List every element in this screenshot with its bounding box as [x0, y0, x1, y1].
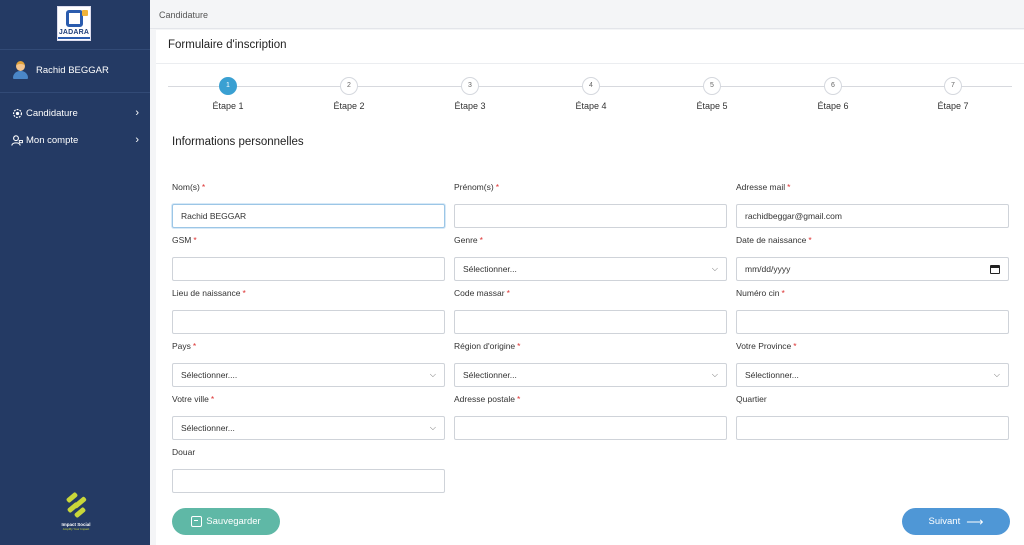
- step-3[interactable]: 3 Étape 3: [440, 76, 500, 120]
- step-number: 3: [461, 77, 479, 95]
- step-label: Étape 6: [817, 101, 849, 111]
- adresse-input[interactable]: [454, 416, 727, 440]
- save-icon: [191, 516, 203, 527]
- logo-text: JADARA: [58, 29, 90, 36]
- sidebar-item-candidature[interactable]: Candidature ›: [11, 105, 139, 121]
- step-label: Étape 5: [696, 101, 728, 111]
- next-button[interactable]: Suivant ⟶: [902, 508, 1010, 535]
- chevron-down-icon: ⌵: [711, 370, 718, 379]
- jadara-logo[interactable]: JADARA: [57, 6, 91, 41]
- sidebar-item-mon-compte[interactable]: Mon compte ›: [11, 132, 139, 148]
- field-label: Pays *: [172, 341, 197, 351]
- logo-mark: [66, 10, 83, 27]
- logo-underline: [58, 37, 90, 39]
- top-bar: Candidature: [150, 0, 1024, 29]
- next-button-label: Suivant: [928, 516, 961, 527]
- stepper: 1 Étape 1 2 Étape 2 3 Étape 3 4 Étape 4 …: [156, 76, 1024, 120]
- user-name: Rachid BEGGAR: [36, 64, 109, 76]
- chevron-down-icon: ⌵: [711, 264, 718, 273]
- step-2[interactable]: 2 Étape 2: [319, 76, 379, 120]
- step-number: 2: [340, 77, 358, 95]
- card-divider: [156, 63, 1024, 64]
- impact-social-mark: [63, 491, 89, 519]
- code-massar-input[interactable]: [454, 310, 727, 334]
- field-label: Votre ville *: [172, 394, 215, 404]
- step-4[interactable]: 4 Étape 4: [561, 76, 621, 120]
- step-number: 4: [582, 77, 600, 95]
- field-label: Date de naissance *: [736, 235, 812, 245]
- sidebar: JADARA Rachid BEGGAR Candidature › Mon c…: [0, 0, 150, 545]
- page-title: Formulaire d'inscription: [168, 39, 287, 51]
- sidebar-divider: [0, 92, 150, 93]
- calendar-icon[interactable]: [990, 264, 1000, 274]
- sidebar-item-label: Mon compte: [26, 134, 79, 146]
- sidebar-user[interactable]: Rachid BEGGAR: [12, 60, 109, 80]
- step-number: 1: [219, 77, 237, 95]
- region-select[interactable]: Sélectionner... ⌵: [454, 363, 727, 387]
- genre-select[interactable]: Sélectionner... ⌵: [454, 257, 727, 281]
- step-number: 7: [944, 77, 962, 95]
- user-account-icon: [11, 134, 23, 146]
- lieu-naissance-input[interactable]: [172, 310, 445, 334]
- field-label: Votre Province *: [736, 341, 797, 351]
- field-label: Lieu de naissance *: [172, 288, 246, 298]
- field-label: Code massar *: [454, 288, 510, 298]
- prenom-input[interactable]: [454, 204, 727, 228]
- save-button[interactable]: Sauvegarder: [172, 508, 280, 535]
- chevron-down-icon: ⌵: [429, 423, 436, 432]
- field-label: Numéro cin *: [736, 288, 785, 298]
- section-title: Informations personnelles: [172, 136, 304, 148]
- sidebar-item-label: Candidature: [26, 107, 78, 119]
- field-label: Quartier: [736, 394, 767, 404]
- step-label: Étape 3: [454, 101, 486, 111]
- step-label: Étape 1: [212, 101, 244, 111]
- douar-input[interactable]: [172, 469, 445, 493]
- step-number: 6: [824, 77, 842, 95]
- field-label: Adresse postale *: [454, 394, 521, 404]
- arrow-right-icon: ⟶: [966, 514, 984, 529]
- email-input[interactable]: rachidbeggar@gmail.com: [736, 204, 1009, 228]
- field-label: Nom(s) *: [172, 182, 206, 192]
- sidebar-divider: [0, 49, 150, 50]
- step-label: Étape 7: [937, 101, 969, 111]
- registration-card: Formulaire d'inscription 1 Étape 1 2 Éta…: [156, 30, 1024, 545]
- numero-cin-input[interactable]: [736, 310, 1009, 334]
- avatar-icon: [12, 61, 28, 79]
- date-naissance-input[interactable]: mm/dd/yyyy: [736, 257, 1009, 281]
- gsm-input[interactable]: [172, 257, 445, 281]
- field-label: Prénom(s) *: [454, 182, 499, 192]
- field-label: Genre *: [454, 235, 483, 245]
- settings-icon: [11, 107, 23, 119]
- step-7[interactable]: 7 Étape 7: [923, 76, 983, 120]
- logo-dot: [82, 10, 88, 16]
- impact-social-logo: Impact Social Amplify Your Impact: [56, 491, 96, 537]
- field-label: GSM *: [172, 235, 197, 245]
- nom-input[interactable]: Rachid BEGGAR: [172, 204, 445, 228]
- chevron-right-icon: ›: [135, 107, 139, 119]
- impact-social-subtitle: Amplify Your Impact: [62, 527, 90, 531]
- field-label: Adresse mail *: [736, 182, 791, 192]
- chevron-down-icon: ⌵: [993, 370, 1000, 379]
- step-5[interactable]: 5 Étape 5: [682, 76, 742, 120]
- field-label: Région d'origine *: [454, 341, 521, 351]
- chevron-right-icon: ›: [135, 134, 139, 146]
- step-6[interactable]: 6 Étape 6: [803, 76, 863, 120]
- save-button-label: Sauvegarder: [206, 516, 261, 527]
- quartier-input[interactable]: [736, 416, 1009, 440]
- step-label: Étape 2: [333, 101, 365, 111]
- step-label: Étape 4: [575, 101, 607, 111]
- step-number: 5: [703, 77, 721, 95]
- breadcrumb[interactable]: Candidature: [159, 10, 208, 20]
- pays-select[interactable]: Sélectionner.... ⌵: [172, 363, 445, 387]
- ville-select[interactable]: Sélectionner... ⌵: [172, 416, 445, 440]
- chevron-down-icon: ⌵: [429, 370, 436, 379]
- province-select[interactable]: Sélectionner... ⌵: [736, 363, 1009, 387]
- field-label: Douar: [172, 447, 196, 457]
- step-1[interactable]: 1 Étape 1: [198, 76, 258, 120]
